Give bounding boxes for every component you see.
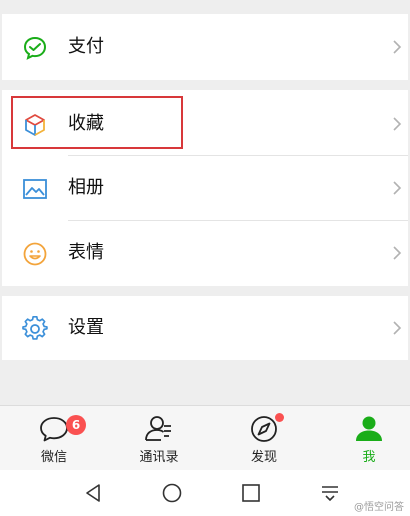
chevron-right-icon [392,116,402,132]
system-nav-bar: @悟空问答 [0,470,410,516]
tab-label-contacts: 通讯录 [139,450,179,465]
menu-item-stickers[interactable]: 表情 [2,221,408,285]
gear-icon [22,316,48,342]
tab-label-discover: 发现 [250,450,277,465]
back-icon[interactable] [82,482,104,504]
recents-icon[interactable] [240,482,262,504]
section-gap [0,286,410,296]
chevron-right-icon [392,320,402,336]
smiley-icon [22,241,48,267]
menu-label-stickers: 表情 [68,242,104,263]
tab-label-me: 我 [362,450,376,465]
chevron-right-icon [392,180,402,196]
new-activity-dot [275,413,284,422]
contacts-icon [142,412,176,446]
picture-icon [22,176,48,202]
tab-chats[interactable]: 6 微信 [3,406,105,470]
tab-label-chats: 微信 [40,450,67,465]
chevron-right-icon [392,39,402,55]
favorites-highlight-box [11,96,183,149]
section-gap [0,80,410,90]
menu-item-settings[interactable]: 设置 [2,296,408,360]
tab-contacts[interactable]: 通讯录 [108,406,210,470]
top-gap [0,0,410,14]
bottom-tab-bar: 6 微信 通讯录 发现 我 [0,405,410,470]
menu-label-settings: 设置 [68,317,104,338]
home-icon[interactable] [161,482,183,504]
pay-card: 支付 [2,14,408,80]
watermark: @悟空问答 [354,502,404,513]
wallet-icon [22,35,48,61]
unread-badge: 6 [66,415,86,435]
menu-item-album[interactable]: 相册 [2,156,408,220]
tab-me[interactable]: 我 [318,406,410,470]
settings-card: 设置 [2,296,408,360]
menu-label-pay: 支付 [68,36,104,57]
menu-icon[interactable] [319,482,341,504]
menu-label-album: 相册 [68,177,104,198]
chevron-right-icon [392,245,402,261]
tab-discover[interactable]: 发现 [213,406,315,470]
menu-item-pay[interactable]: 支付 [2,15,408,79]
person-icon [352,412,386,446]
